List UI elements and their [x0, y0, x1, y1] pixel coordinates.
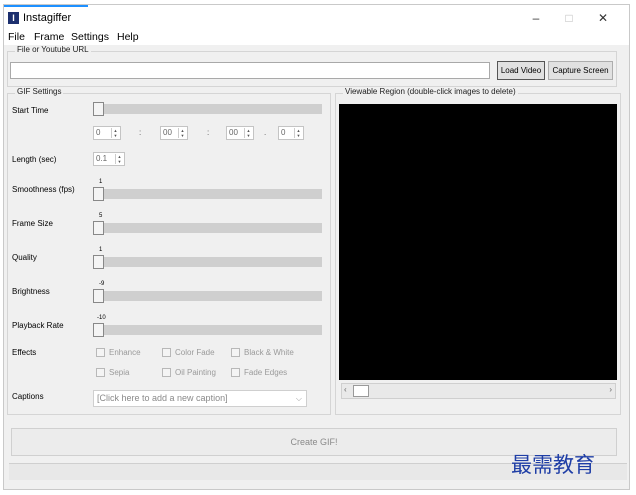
app-window: I Instagiffer – □ ✕ File Frame Settings …	[3, 4, 630, 490]
sepia-label: Sepia	[109, 368, 130, 377]
menu-bar: File Frame Settings Help	[4, 30, 629, 45]
frame-size-slider-thumb[interactable]	[93, 221, 104, 235]
start-tenths-stepper[interactable]: 0 ▲ ▼	[278, 126, 304, 140]
captions-label: Captions	[12, 392, 44, 401]
start-time-slider-thumb[interactable]	[93, 102, 104, 116]
start-time-slider[interactable]	[93, 102, 322, 116]
fade-edges-label: Fade Edges	[244, 368, 288, 377]
window-title: Instagiffer	[23, 12, 72, 24]
frame-size-label: Frame Size	[12, 219, 53, 228]
length-label: Length (sec)	[12, 155, 57, 164]
stepper-arrows-icon[interactable]: ▲ ▼	[294, 128, 302, 138]
url-input[interactable]	[10, 62, 490, 79]
load-video-button[interactable]: Load Video	[497, 61, 545, 80]
brightness-label: Brightness	[12, 287, 50, 296]
scroll-left-icon[interactable]: ‹	[344, 385, 347, 394]
quality-value: 1	[99, 247, 103, 253]
brightness-slider-thumb[interactable]	[93, 289, 104, 303]
sepia-checkbox[interactable]	[96, 368, 105, 377]
color-fade-label: Color Fade	[175, 348, 215, 357]
frame-size-value: 5	[99, 213, 103, 219]
start-minutes-stepper[interactable]: 00 ▲ ▼	[160, 126, 188, 140]
scrollbar-thumb[interactable]	[353, 385, 369, 397]
scroll-right-icon[interactable]: ›	[609, 385, 612, 394]
source-group-title: File or Youtube URL	[15, 45, 91, 54]
capture-screen-button[interactable]: Capture Screen	[548, 61, 613, 80]
title-bar: I Instagiffer – □ ✕	[4, 5, 629, 31]
menu-frame[interactable]: Frame	[34, 31, 64, 43]
playback-rate-label: Playback Rate	[12, 321, 64, 330]
caption-select[interactable]: [Click here to add a new caption] ⌵	[93, 390, 307, 407]
playback-rate-value: -10	[97, 315, 106, 321]
source-group: File or Youtube URL Load Video Capture S…	[7, 45, 617, 87]
start-time-label: Start Time	[12, 106, 49, 115]
gif-settings-title: GIF Settings	[15, 87, 64, 96]
playback-rate-slider-thumb[interactable]	[93, 323, 104, 337]
oil-painting-label: Oil Painting	[175, 368, 216, 377]
color-fade-checkbox[interactable]	[162, 348, 171, 357]
chevron-down-icon[interactable]: ⌵	[296, 391, 302, 406]
time-separator: :	[139, 128, 142, 137]
maximize-button[interactable]: □	[555, 8, 583, 28]
smoothness-value: 1	[99, 179, 103, 185]
smoothness-slider-thumb[interactable]	[93, 187, 104, 201]
stepper-arrows-icon[interactable]: ▲ ▼	[178, 128, 186, 138]
enhance-checkbox[interactable]	[96, 348, 105, 357]
fade-edges-checkbox[interactable]	[231, 368, 240, 377]
effects-label: Effects	[12, 348, 37, 357]
viewable-region-canvas[interactable]	[339, 104, 617, 380]
frame-size-slider[interactable]	[93, 221, 322, 235]
app-logo-icon: I	[8, 12, 19, 24]
menu-file[interactable]: File	[8, 31, 25, 43]
enhance-label: Enhance	[109, 348, 141, 357]
quality-slider-thumb[interactable]	[93, 255, 104, 269]
top-accent-line	[4, 5, 88, 7]
menu-help[interactable]: Help	[117, 31, 139, 43]
viewer-group-title: Viewable Region (double-click images to …	[343, 87, 518, 96]
viewer-scrollbar[interactable]: ‹ ›	[341, 383, 616, 399]
stepper-arrows-icon[interactable]: ▲ ▼	[244, 128, 252, 138]
playback-rate-slider[interactable]	[93, 323, 322, 337]
watermark-text: 最需教育	[511, 453, 595, 477]
time-separator: .	[264, 128, 267, 137]
minimize-button[interactable]: –	[522, 8, 550, 28]
brightness-slider[interactable]	[93, 289, 322, 303]
gif-settings-group: GIF Settings	[7, 87, 331, 415]
stepper-arrows-icon[interactable]: ▲ ▼	[115, 154, 123, 164]
quality-label: Quality	[12, 253, 37, 262]
start-hours-stepper[interactable]: 0 ▲ ▼	[93, 126, 121, 140]
brightness-value: -9	[99, 281, 105, 287]
black-white-label: Black & White	[244, 348, 294, 357]
stepper-arrows-icon[interactable]: ▲ ▼	[111, 128, 119, 138]
time-separator: :	[207, 128, 210, 137]
menu-settings[interactable]: Settings	[71, 31, 109, 43]
oil-painting-checkbox[interactable]	[162, 368, 171, 377]
start-seconds-stepper[interactable]: 00 ▲ ▼	[226, 126, 254, 140]
smoothness-label: Smoothness (fps)	[12, 185, 75, 194]
black-white-checkbox[interactable]	[231, 348, 240, 357]
smoothness-slider[interactable]	[93, 187, 322, 201]
close-button[interactable]: ✕	[589, 8, 617, 28]
quality-slider[interactable]	[93, 255, 322, 269]
length-stepper[interactable]: 0.1 ▲ ▼	[93, 152, 125, 166]
